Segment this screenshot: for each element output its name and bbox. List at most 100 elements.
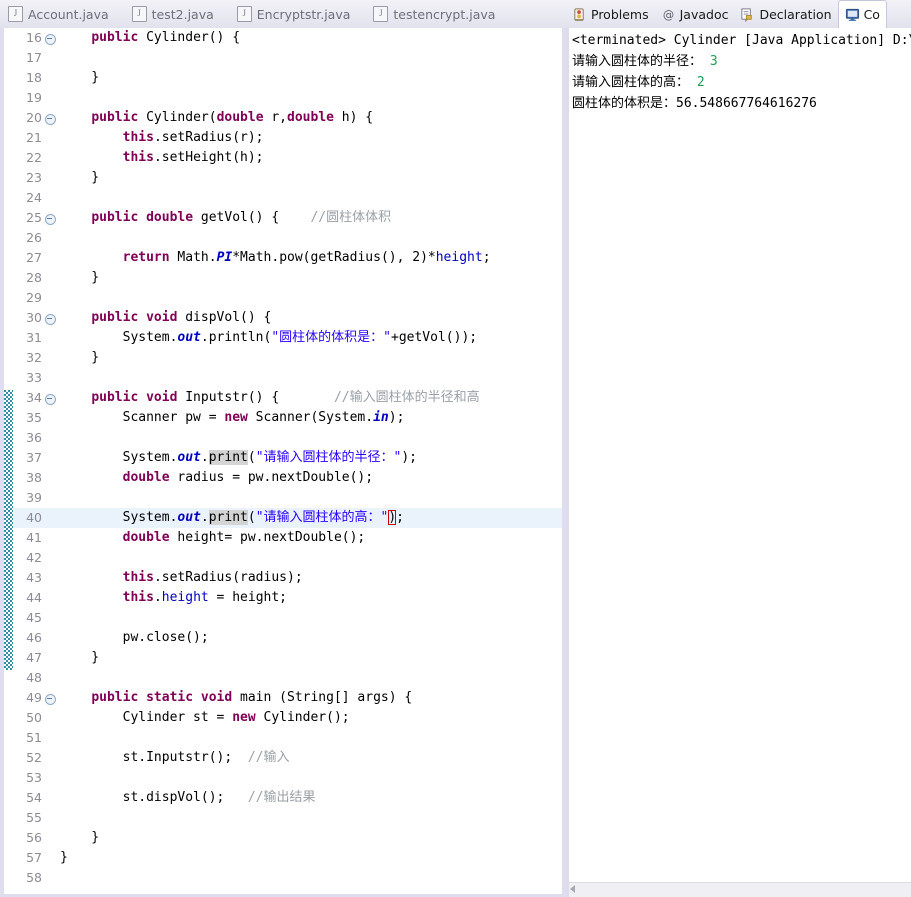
code-line[interactable]: 17	[4, 48, 562, 68]
line-number: 29	[26, 290, 42, 305]
line-number: 32	[26, 350, 42, 365]
editor-tab-3[interactable]: testencrypt.java	[365, 0, 510, 28]
line-number: 16	[26, 30, 42, 45]
code-token: double	[216, 110, 264, 125]
code-line[interactable]: 24	[4, 188, 562, 208]
code-line[interactable]: 51	[4, 728, 562, 748]
code-text: this.height = height;	[60, 588, 287, 608]
code-line[interactable]: 46 pw.close();	[4, 628, 562, 648]
code-token: //输出结果	[247, 790, 316, 805]
code-line[interactable]: 38 double radius = pw.nextDouble();	[4, 468, 562, 488]
code-line[interactable]: 42	[4, 548, 562, 568]
code-line[interactable]: 18 }	[4, 68, 562, 88]
code-line[interactable]: 57}	[4, 848, 562, 868]
right-tab-3[interactable]: Co	[837, 0, 887, 28]
code-line[interactable]: 58	[4, 868, 562, 888]
code-line[interactable]: 47 }	[4, 648, 562, 668]
fold-toggle-icon[interactable]	[45, 314, 56, 325]
fold-toggle-icon[interactable]	[45, 394, 56, 405]
console-horizontal-scrollbar[interactable]	[569, 882, 911, 897]
code-line[interactable]: 25 public double getVol() { //圆柱体体积	[4, 208, 562, 228]
code-lines[interactable]: 16 public Cylinder() {17 18 } 19 20 public …	[4, 28, 562, 888]
code-line[interactable]: 19	[4, 88, 562, 108]
code-line[interactable]: 53	[4, 768, 562, 788]
right-tab-1[interactable]: @ Javadoc	[655, 0, 735, 28]
console-output[interactable]: <terminated> Cylinder [Java Application]…	[569, 28, 911, 883]
code-line[interactable]: 31 System.out.println("圆柱体的体积是："+getVol(…	[4, 328, 562, 348]
code-line[interactable]: 22 this.setHeight(h);	[4, 148, 562, 168]
code-token: "请输入圆柱体的高："	[255, 510, 389, 525]
code-line[interactable]: 27 return Math.PI*Math.pow(getRadius(), …	[4, 248, 562, 268]
code-line[interactable]: 55	[4, 808, 562, 828]
declaration-icon	[740, 7, 755, 22]
code-line[interactable]: 40 System.out.print("请输入圆柱体的高：");	[4, 508, 562, 528]
code-line[interactable]: 48	[4, 668, 562, 688]
code-token: //输入	[247, 750, 290, 765]
code-line[interactable]: 23 }	[4, 168, 562, 188]
code-text: public void dispVol() {	[60, 308, 271, 328]
code-token: Scanner(System.	[247, 410, 374, 425]
editor-tab-1[interactable]: test2.java	[124, 0, 229, 28]
code-line[interactable]: 28 }	[4, 268, 562, 288]
code-line[interactable]: 43 this.setRadius(radius);	[4, 568, 562, 588]
code-line[interactable]: 45	[4, 608, 562, 628]
code-line[interactable]: 29	[4, 288, 562, 308]
right-tab-2[interactable]: Declaration	[734, 0, 837, 28]
code-token: ;	[396, 510, 404, 525]
code-token: pw.close();	[60, 630, 209, 645]
editor-tab-0[interactable]: Account.java	[0, 0, 124, 28]
code-line[interactable]: 33	[4, 368, 562, 388]
fold-toggle-icon[interactable]	[45, 114, 56, 125]
code-token: (	[247, 510, 256, 525]
code-line[interactable]: 16 public Cylinder() {	[4, 28, 562, 48]
code-token: "圆柱体的体积是："	[271, 330, 391, 345]
right-tab-label: Problems	[591, 6, 649, 22]
java-file-icon	[236, 6, 252, 22]
code-token: out	[177, 450, 201, 465]
code-token: //输入圆柱体的半径和高	[333, 390, 480, 405]
code-line[interactable]: 44 this.height = height;	[4, 588, 562, 608]
code-token: public void	[91, 390, 178, 405]
code-token: public double	[91, 210, 194, 225]
code-text: System.out.print("请输入圆柱体的半径：");	[60, 448, 417, 468]
code-line[interactable]: 34 public void Inputstr() { //输入圆柱体的半径和高	[4, 388, 562, 408]
code-line[interactable]: 41 double height= pw.nextDouble();	[4, 528, 562, 548]
code-line[interactable]: 21 this.setRadius(r);	[4, 128, 562, 148]
code-line[interactable]: 30 public void dispVol() {	[4, 308, 562, 328]
line-number: 38	[26, 470, 42, 485]
line-number: 20	[26, 110, 42, 125]
code-line[interactable]: 32 }	[4, 348, 562, 368]
code-scroll-area[interactable]: 16 public Cylinder() {17 18 } 19 20 public …	[4, 28, 562, 894]
fold-toggle-icon[interactable]	[45, 214, 56, 225]
scroll-left-arrow-icon[interactable]	[570, 885, 575, 893]
right-tab-0[interactable]: Problems	[566, 0, 655, 28]
line-number: 45	[26, 610, 42, 625]
code-token: this	[122, 590, 154, 605]
code-line[interactable]: 37 System.out.print("请输入圆柱体的半径：");	[4, 448, 562, 468]
fold-toggle-icon[interactable]	[45, 34, 56, 45]
code-line[interactable]: 20 public Cylinder(double r,double h) {	[4, 108, 562, 128]
line-number: 56	[26, 830, 42, 845]
fold-toggle-icon[interactable]	[45, 694, 56, 705]
code-token: out	[177, 330, 201, 345]
code-line[interactable]: 52 st.Inputstr(); //输入	[4, 748, 562, 768]
code-line[interactable]: 39	[4, 488, 562, 508]
code-token: ;	[482, 250, 491, 265]
code-line[interactable]: 54 st.dispVol(); //输出结果	[4, 788, 562, 808]
editor-body: 16 public Cylinder() {17 18 } 19 20 public …	[0, 28, 566, 897]
code-token: }	[60, 350, 100, 365]
console-input-echo: 3	[709, 54, 718, 69]
code-line[interactable]: 35 Scanner pw = new Scanner(System.in);	[4, 408, 562, 428]
editor-tab-2[interactable]: Encryptstr.java	[229, 0, 366, 28]
code-line[interactable]: 56 }	[4, 828, 562, 848]
code-line[interactable]: 49 public static void main (String[] arg…	[4, 688, 562, 708]
code-line[interactable]: 50 Cylinder st = new Cylinder();	[4, 708, 562, 728]
code-line[interactable]: 36	[4, 428, 562, 448]
console-input-echo: 2	[696, 75, 705, 90]
code-token: System.	[60, 510, 178, 525]
code-line[interactable]: 26	[4, 228, 562, 248]
